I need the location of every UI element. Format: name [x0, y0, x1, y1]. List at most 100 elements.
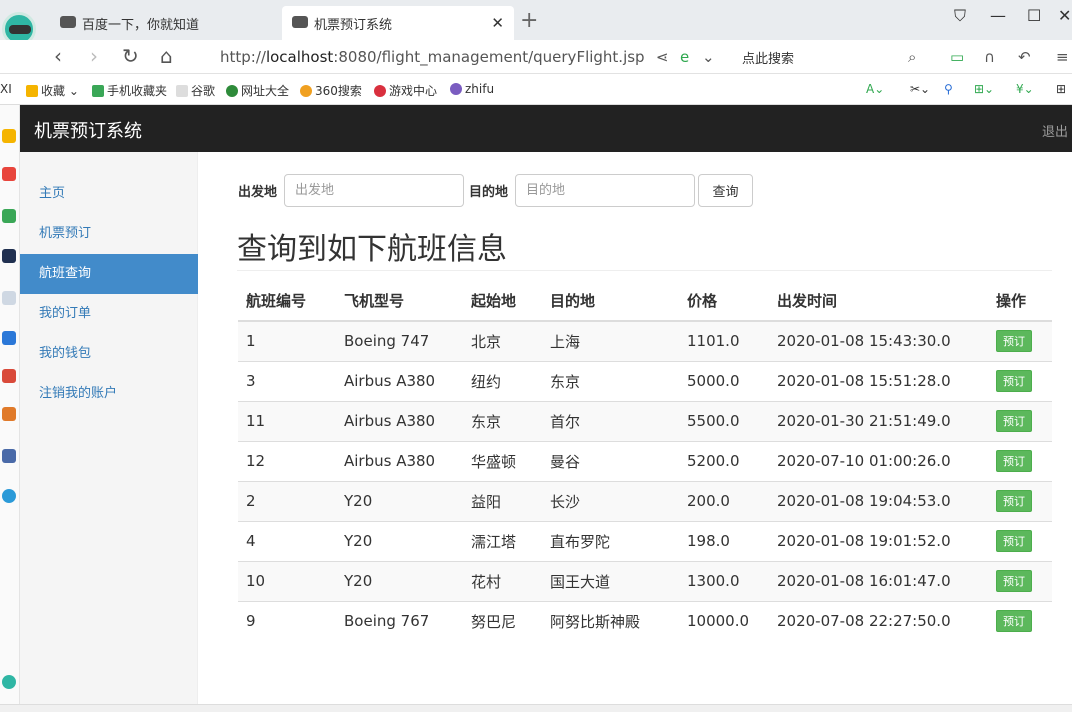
- new-tab-icon[interactable]: +: [520, 8, 538, 33]
- book-button[interactable]: 预订: [996, 530, 1032, 552]
- to-input[interactable]: [515, 174, 695, 207]
- back-icon[interactable]: ‹: [54, 44, 62, 68]
- cell-action: 预订: [988, 440, 1052, 481]
- chat-icon[interactable]: [2, 331, 16, 345]
- cell-aircraft: Boeing 767: [336, 600, 463, 641]
- cell-aircraft: Airbus A380: [336, 440, 463, 481]
- cell-flight-no: 12: [238, 440, 336, 481]
- app-title[interactable]: 机票预订系统: [34, 117, 142, 143]
- cell-action: 预订: [988, 360, 1052, 401]
- minimize-icon[interactable]: —: [990, 6, 1006, 25]
- tab-title: 机票预订系统: [314, 17, 393, 33]
- from-label: 出发地: [238, 185, 278, 200]
- cell-origin: 濡江塔: [463, 520, 542, 561]
- bookmark-truncated[interactable]: XI: [0, 82, 12, 96]
- cell-origin: 纽约: [463, 360, 542, 401]
- game-icon[interactable]: [2, 407, 16, 421]
- table-row: 2 Y20 益阳 长沙 200.0 2020-01-08 19:04:53.0 预订: [238, 480, 1052, 521]
- cell-departure-time: 2020-01-08 15:43:30.0: [769, 320, 988, 361]
- forward-icon[interactable]: ›: [90, 44, 98, 68]
- sidebar-item-flight-query[interactable]: 航班查询: [20, 254, 198, 294]
- close-tab-icon[interactable]: ✕: [491, 14, 504, 32]
- cell-price: 198.0: [679, 520, 769, 561]
- browser-tab-baidu[interactable]: 百度一下，你就知道: [50, 6, 278, 40]
- col-aircraft: 飞机型号: [336, 281, 463, 322]
- cell-price: 10000.0: [679, 600, 769, 641]
- shirt-skin-icon[interactable]: ⛉: [954, 6, 966, 26]
- cell-aircraft: Airbus A380: [336, 400, 463, 441]
- logout-link[interactable]: 退出: [1042, 121, 1068, 140]
- translate-icon[interactable]: A⌄: [866, 82, 884, 96]
- refresh-icon[interactable]: [2, 489, 16, 503]
- cell-flight-no: 4: [238, 520, 336, 561]
- game-icon[interactable]: [2, 369, 16, 383]
- maximize-icon[interactable]: ☐: [1027, 6, 1041, 25]
- col-action: 操作: [988, 281, 1052, 322]
- cell-price: 5500.0: [679, 400, 769, 441]
- from-input[interactable]: [284, 174, 464, 207]
- gamepad-icon[interactable]: ⊞⌄: [974, 82, 994, 96]
- cell-flight-no: 9: [238, 600, 336, 641]
- sidebar-item-delete-account[interactable]: 注销我的账户: [20, 374, 198, 414]
- game-icon[interactable]: [2, 449, 16, 463]
- browser-tab-flight-system[interactable]: 机票预订系统 ✕: [282, 6, 514, 40]
- cell-action: 预订: [988, 480, 1052, 521]
- book-button[interactable]: 预订: [996, 370, 1032, 392]
- book-button[interactable]: 预订: [996, 330, 1032, 353]
- book-button[interactable]: 预订: [996, 610, 1032, 633]
- headphones-icon[interactable]: ∩: [984, 48, 995, 66]
- share-icon[interactable]: ⋖: [656, 48, 669, 66]
- page-title: 查询到如下航班信息: [237, 232, 507, 267]
- app-header: 机票预订系统 退出: [20, 105, 1072, 152]
- star-icon[interactable]: [2, 129, 16, 143]
- battery-icon[interactable]: ▭: [950, 48, 964, 66]
- bookmark-game-center[interactable]: 游戏中心: [374, 82, 437, 99]
- 360-icon: [300, 84, 312, 97]
- cell-aircraft: Boeing 747: [336, 320, 463, 361]
- bookmark-360-search[interactable]: 360搜索: [300, 82, 362, 99]
- to-label: 目的地: [469, 185, 509, 200]
- col-flight-no: 航班编号: [238, 281, 336, 322]
- apps-grid-icon[interactable]: ⊞: [1056, 82, 1066, 96]
- cell-departure-time: 2020-01-30 21:51:49.0: [769, 400, 988, 441]
- reload-icon[interactable]: ↻: [122, 44, 139, 68]
- currency-icon[interactable]: ¥⌄: [1016, 82, 1034, 96]
- add-icon[interactable]: [2, 675, 16, 689]
- bookmark-url-directory[interactable]: 网址大全: [226, 82, 289, 99]
- sidebar-item-book-ticket[interactable]: 机票预订: [20, 214, 198, 254]
- weibo-icon[interactable]: [2, 167, 16, 181]
- browser-side-strip: [0, 105, 20, 705]
- cut-icon[interactable]: ✂⌄: [910, 82, 930, 96]
- table-row: 12 Airbus A380 华盛顿 曼谷 5200.0 2020-07-10 01:00…: [238, 440, 1052, 481]
- chevron-down-icon[interactable]: ⌄: [702, 48, 715, 66]
- bookmark-favorites[interactable]: 收藏 ⌄: [26, 82, 79, 99]
- book-button[interactable]: 预订: [996, 490, 1032, 512]
- bookmark-mobile-favorites[interactable]: 手机收藏夹: [92, 82, 167, 99]
- query-button[interactable]: 查询: [698, 174, 753, 207]
- app-sidebar: 主页 机票预订 航班查询 我的订单 我的钱包 注销我的账户: [20, 152, 198, 712]
- globe-icon: [226, 84, 238, 97]
- undo-icon[interactable]: ↶: [1018, 48, 1031, 66]
- book-button[interactable]: 预订: [996, 410, 1032, 432]
- cell-departure-time: 2020-07-08 22:27:50.0: [769, 600, 988, 641]
- mail-icon[interactable]: [2, 209, 16, 223]
- search-icon[interactable]: ⌕: [908, 48, 916, 66]
- search-hint[interactable]: 点此搜索: [742, 48, 794, 67]
- news-icon[interactable]: [2, 249, 16, 263]
- magnifier-icon[interactable]: ⚲: [944, 82, 953, 96]
- sidebar-item-my-wallet[interactable]: 我的钱包: [20, 334, 198, 374]
- menu-icon[interactable]: ≡: [1056, 48, 1069, 66]
- sidebar-item-home[interactable]: 主页: [20, 174, 198, 214]
- home-icon[interactable]: ⌂: [160, 44, 173, 68]
- sidebar-item-my-orders[interactable]: 我的订单: [20, 294, 198, 334]
- table-row: 11 Airbus A380 东京 首尔 5500.0 2020-01-30 21:51:…: [238, 400, 1052, 441]
- notes-icon[interactable]: [2, 291, 16, 305]
- book-button[interactable]: 预订: [996, 570, 1032, 592]
- ie-mode-icon[interactable]: e: [680, 48, 689, 66]
- book-button[interactable]: 预订: [996, 450, 1032, 472]
- cell-flight-no: 2: [238, 480, 336, 521]
- address-bar[interactable]: http://localhost:8080/flight_management/…: [212, 43, 645, 71]
- bookmark-zhifu[interactable]: zhifu: [450, 82, 494, 96]
- bookmark-google[interactable]: 谷歌: [176, 82, 215, 99]
- close-window-icon[interactable]: ✕: [1058, 6, 1071, 25]
